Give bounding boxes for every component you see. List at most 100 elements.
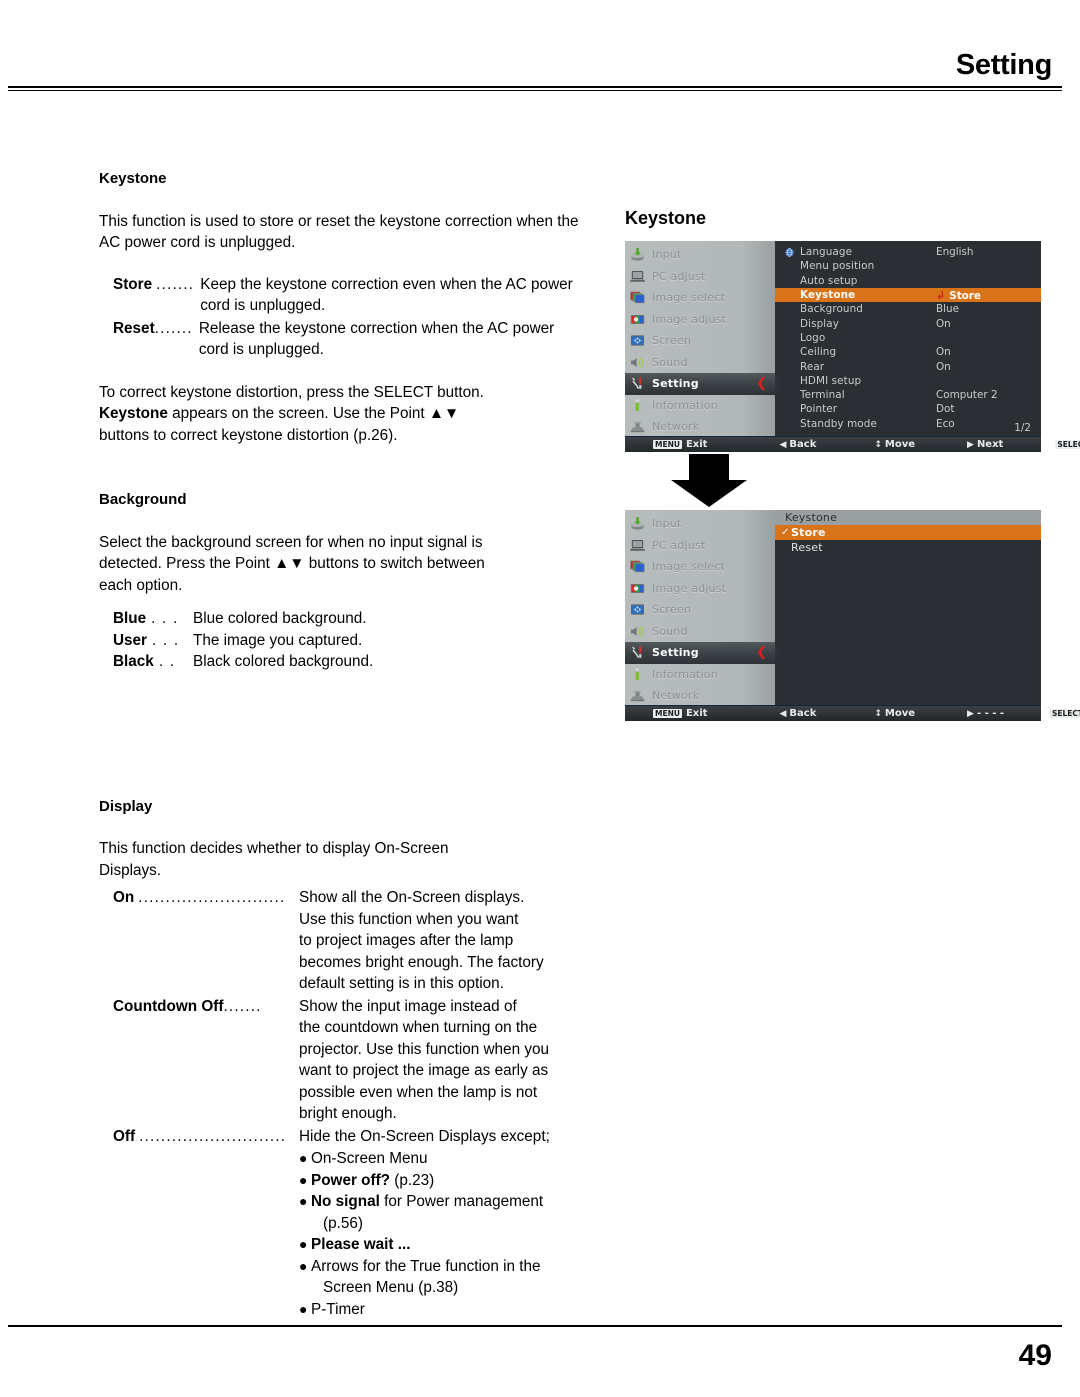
osd-sidebar[interactable]: Input PC adjust Image select Image adjus… [625, 241, 783, 438]
osd-setting-menu[interactable]: Input PC adjust Image select Image adjus… [625, 241, 1080, 452]
osd-option-store[interactable]: ✓ Store [767, 525, 1041, 540]
osd-row-value: On [936, 360, 951, 373]
osd-row-language[interactable]: Language English [775, 245, 1041, 259]
bar-action-select[interactable]: SELECT Select [1049, 708, 1080, 719]
bullet-dot-icon: ● [299, 1171, 308, 1188]
list-item-label: On-Screen Menu [311, 1150, 428, 1167]
list-item: ● Arrows for the True function in the [299, 1256, 584, 1278]
image-adjust-icon [630, 581, 645, 596]
osd-row-rear[interactable]: Rear On [775, 359, 1041, 373]
sidebar-item-network[interactable]: Network [625, 685, 775, 707]
sidebar-item-sound[interactable]: Sound [625, 621, 775, 643]
osd-row-value: ↲ Store [936, 288, 981, 302]
arrow-right-icon: ▶ [967, 439, 974, 450]
information-icon [630, 398, 645, 413]
osd-option-label: Store [791, 526, 826, 539]
osd-row-logo[interactable]: Logo [775, 331, 1041, 345]
sidebar-item-pc-adjust[interactable]: PC adjust [625, 266, 775, 288]
sidebar-item-image-select[interactable]: Image select [625, 287, 775, 309]
list-item-label: Please wait ... [311, 1236, 411, 1253]
bar-action-label: Back [789, 439, 817, 450]
osd-row-ceiling[interactable]: Ceiling On [775, 345, 1041, 359]
list-item-label: No signal for Power management [311, 1193, 544, 1210]
sidebar-item-label: Input [652, 248, 682, 262]
page-title: Setting [955, 49, 1052, 81]
osd-row-hdmi-setup[interactable]: HDMI setup [775, 374, 1041, 388]
sidebar-item-label: PC adjust [652, 269, 706, 283]
osd-row-label: HDMI setup [800, 374, 862, 387]
definition-text: Release the keystone correction when the… [198, 319, 555, 359]
background-intro: Select the background screen for when no… [99, 533, 485, 594]
list-item-continuation: (p.56) [299, 1213, 584, 1235]
definition-text: Keep the keystone correction even when t… [200, 275, 573, 315]
sidebar-item-input[interactable]: Input [625, 513, 775, 535]
bar-action-label: Move [884, 708, 916, 719]
chevron-left-icon: ❮ [756, 645, 767, 661]
setting-icon [630, 376, 645, 391]
sidebar-item-setting[interactable]: Setting ❮ [625, 642, 783, 664]
sidebar-item-label: Network [652, 420, 700, 434]
bullet-dot-icon: ● [299, 1300, 308, 1317]
sidebar-item-information[interactable]: Information [625, 664, 775, 686]
arrow-left-icon: ◀ [779, 708, 787, 719]
list-item: ● On-Screen Menu [299, 1148, 584, 1170]
bar-action-exit[interactable]: MENU Exit [653, 708, 707, 719]
sidebar-item-setting[interactable]: Setting ❮ [625, 373, 783, 395]
bar-action-adjust[interactable]: SELECT Adjust [1055, 439, 1080, 450]
page-header: Setting [0, 48, 1080, 91]
sidebar-item-input[interactable]: Input [625, 244, 775, 266]
bar-action-back[interactable]: ◀ Back [779, 439, 816, 450]
sidebar-item-label: Image select [652, 560, 726, 574]
keystone-outro: To correct keystone distortion, press th… [99, 383, 484, 444]
osd-keystone-options[interactable]: Keystone ✓ Store Reset [767, 510, 1041, 705]
image-select-icon [630, 290, 645, 305]
image-adjust-icon [630, 312, 645, 327]
osd-sidebar[interactable]: Input PC adjust Image select Image adjus… [625, 510, 783, 707]
bar-action-back[interactable]: ◀ Back [779, 708, 816, 719]
bar-action-move[interactable]: ↕ Move [874, 708, 915, 719]
definition-text: Black colored background. [193, 653, 374, 670]
osd-option-label: Reset [791, 541, 823, 554]
sidebar-item-screen[interactable]: Screen [625, 599, 775, 621]
screen-icon [630, 602, 645, 617]
definition-row: Off ........................... Hide the… [113, 1126, 584, 1321]
chevron-left-icon: ❮ [756, 376, 767, 392]
section-heading-background: Background [99, 491, 187, 508]
osd-setting-options[interactable]: Language English Menu position Auto setu… [775, 241, 1041, 436]
sidebar-item-sound[interactable]: Sound [625, 352, 775, 374]
osd-row-keystone[interactable]: Keystone ↲ Store [775, 287, 1041, 303]
bar-action-label: Move [884, 439, 916, 450]
osd-row-pointer[interactable]: Pointer Dot [775, 402, 1041, 416]
sidebar-item-pc-adjust[interactable]: PC adjust [625, 535, 775, 557]
sidebar-item-label: Screen [652, 603, 692, 617]
bar-action-next[interactable]: ▶ Next [967, 439, 1003, 450]
osd-row-label: Ceiling [800, 346, 837, 359]
definition-term: Reset ....... [113, 319, 193, 337]
osd-page-indicator: 1/2 [1014, 422, 1031, 434]
sidebar-item-information[interactable]: Information [625, 395, 775, 417]
osd-row-display[interactable]: Display On [775, 316, 1041, 330]
osd-row-background[interactable]: Background Blue [775, 302, 1041, 316]
network-icon [630, 688, 645, 703]
sidebar-item-screen[interactable]: Screen [625, 330, 775, 352]
osd-row-standby-mode[interactable]: Standby mode Eco [775, 417, 1041, 431]
osd-row-label: Pointer [800, 403, 838, 416]
sidebar-item-image-adjust[interactable]: Image adjust [625, 309, 775, 331]
input-icon [630, 247, 645, 262]
osd-option-reset[interactable]: Reset [775, 540, 1041, 555]
osd-row-terminal[interactable]: Terminal Computer 2 [775, 388, 1041, 402]
sidebar-item-image-adjust[interactable]: Image adjust [625, 578, 775, 600]
bullet-spacer [299, 1213, 311, 1235]
bar-action-exit[interactable]: MENU Exit [653, 439, 707, 450]
osd-row-menu-position[interactable]: Menu position [775, 259, 1041, 273]
list-item-label: (p.56) [323, 1214, 363, 1232]
osd-row-auto-setup[interactable]: Auto setup [775, 274, 1041, 288]
arrow-right-icon: ▶ [967, 708, 974, 719]
osd-keystone-submenu[interactable]: Input PC adjust Image select Image adjus… [625, 510, 1080, 721]
bar-action-move[interactable]: ↕ Move [874, 439, 915, 450]
osd-row-label: Terminal [800, 389, 845, 402]
sidebar-item-network[interactable]: Network [625, 416, 775, 438]
osd-row-value: Computer 2 [936, 389, 998, 402]
list-item-continuation: Screen Menu (p.38) [299, 1277, 584, 1299]
sidebar-item-image-select[interactable]: Image select [625, 556, 775, 578]
